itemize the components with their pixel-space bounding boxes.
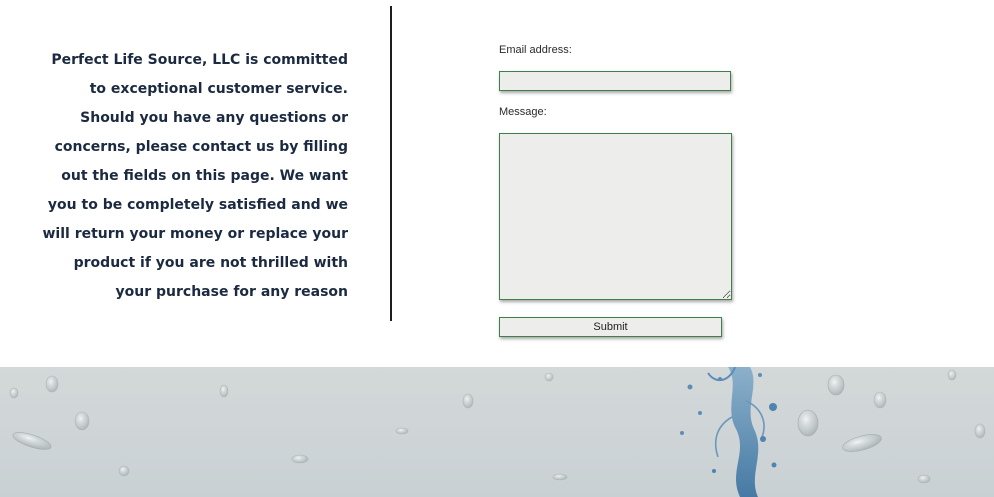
water-splash-droplets-image bbox=[9, 367, 986, 497]
contact-form: Email address: Message: Submit bbox=[499, 0, 739, 350]
submit-button[interactable]: Submit bbox=[499, 317, 722, 337]
water-splash bbox=[680, 367, 777, 497]
email-field[interactable] bbox=[499, 71, 731, 91]
vertical-divider bbox=[390, 6, 392, 321]
email-label: Email address: bbox=[499, 44, 572, 56]
contact-page: Perfect Life Source, LLC is committed to… bbox=[0, 0, 994, 497]
intro-statement: Perfect Life Source, LLC is committed to… bbox=[42, 52, 348, 300]
water-banner-image bbox=[0, 367, 994, 497]
message-label: Message: bbox=[499, 106, 547, 118]
message-field[interactable] bbox=[499, 133, 732, 300]
water-droplets bbox=[9, 369, 986, 484]
